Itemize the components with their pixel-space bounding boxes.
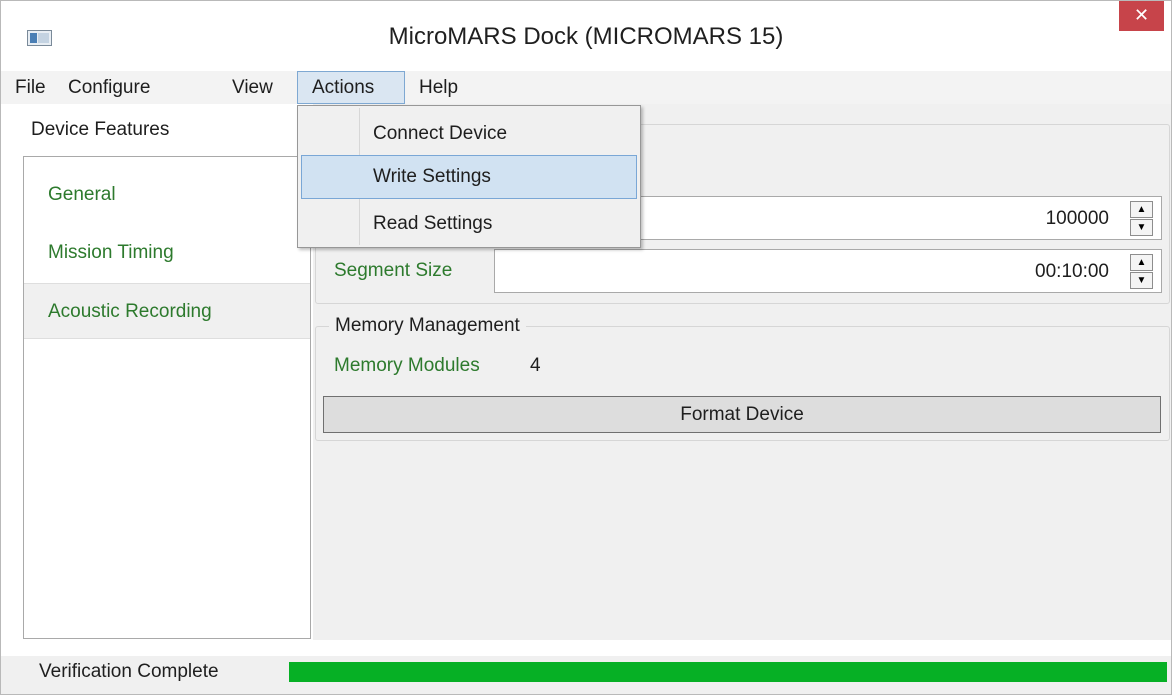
progress-fill (289, 662, 1167, 682)
status-bar: Verification Complete (1, 656, 1171, 694)
main-window: MicroMARS Dock (MICROMARS 15) ✕ File Con… (0, 0, 1172, 695)
nav-item-mission-timing[interactable]: Mission Timing (24, 225, 310, 281)
nav-item-acoustic-recording[interactable]: Acoustic Recording (24, 283, 310, 339)
spin-down-icon[interactable]: ▼ (1130, 272, 1153, 289)
menu-actions[interactable]: Actions (297, 71, 405, 104)
memory-management-title: Memory Management (329, 315, 526, 337)
menu-file[interactable]: File (12, 71, 52, 104)
format-device-button[interactable]: Format Device (323, 396, 1161, 433)
menu-item-connect-device[interactable]: Connect Device (301, 112, 637, 156)
menu-item-write-settings[interactable]: Write Settings (301, 155, 637, 199)
status-text: Verification Complete (39, 661, 219, 682)
sample-rate-value: 100000 (1045, 208, 1109, 229)
memory-modules-value: 4 (530, 355, 541, 376)
sample-rate-spinner: ▲ ▼ (1130, 201, 1153, 237)
segment-size-value: 00:10:00 (1035, 261, 1109, 282)
spin-up-icon[interactable]: ▲ (1130, 201, 1153, 218)
menu-item-read-settings[interactable]: Read Settings (301, 202, 637, 246)
segment-size-row: Segment Size 00:10:00 ▲ ▼ (324, 247, 1162, 295)
feature-list: General Mission Timing Acoustic Recordin… (23, 156, 311, 639)
window-title: MicroMARS Dock (MICROMARS 15) (388, 23, 784, 50)
close-button[interactable]: ✕ (1119, 1, 1164, 31)
menu-view[interactable]: View (229, 71, 291, 104)
memory-modules-label: Memory Modules (334, 355, 480, 376)
segment-size-spinner: ▲ ▼ (1130, 254, 1153, 290)
spin-up-icon[interactable]: ▲ (1130, 254, 1153, 271)
menu-help[interactable]: Help (417, 71, 477, 104)
device-features-header: Device Features (31, 119, 170, 140)
actions-dropdown-menu: Connect Device Write Settings Read Setti… (297, 105, 641, 248)
nav-item-general[interactable]: General (24, 167, 310, 223)
segment-size-label: Segment Size (334, 260, 453, 281)
menu-configure[interactable]: Configure (65, 71, 175, 104)
verification-progress-bar (289, 662, 1167, 682)
spin-down-icon[interactable]: ▼ (1130, 219, 1153, 236)
segment-size-field[interactable]: 00:10:00 ▲ ▼ (494, 249, 1162, 293)
title-bar[interactable]: MicroMARS Dock (MICROMARS 15) ✕ (1, 1, 1171, 67)
menu-bar: File Configure View Actions Help (1, 71, 1171, 104)
